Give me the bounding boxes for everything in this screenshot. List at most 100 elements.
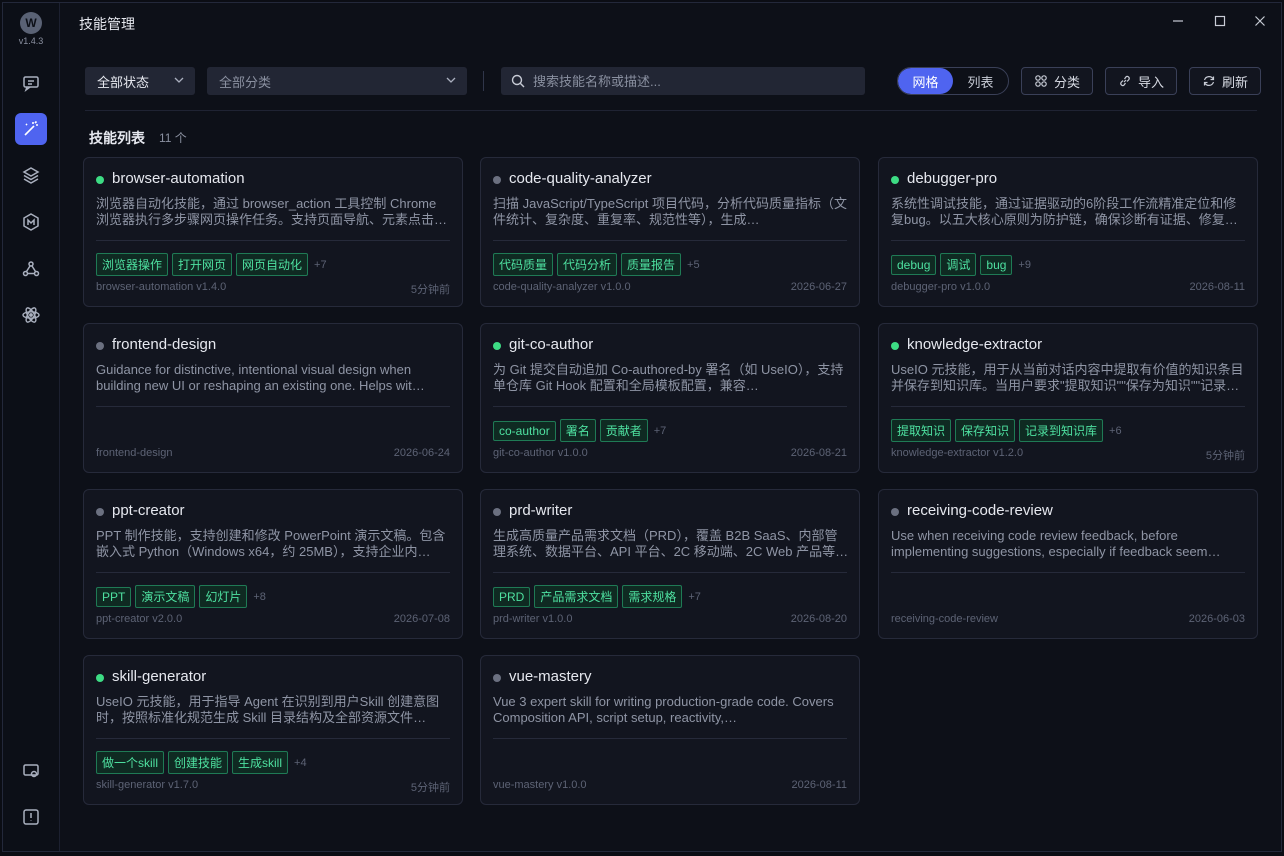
skill-name: frontend-design <box>112 336 217 353</box>
skill-card[interactable]: git-co-author 为 Git 提交自动追加 Co-authored-by… <box>480 323 860 473</box>
skill-card[interactable]: receiving-code-review Use when receiving … <box>878 489 1258 639</box>
skill-tag: co-author <box>493 420 556 441</box>
skill-card[interactable]: vue-mastery Vue 3 expert skill for writin… <box>480 655 860 805</box>
skill-card[interactable]: ppt-creator PPT 制作技能，支持创建和修改 PowerPoint 演… <box>83 489 463 639</box>
skill-version: git-co-author v1.0.0 <box>493 447 588 459</box>
card-divider <box>96 572 450 573</box>
minimize-icon[interactable] <box>1163 11 1193 31</box>
skill-updated-time: 2026-08-20 <box>790 613 847 625</box>
close-icon[interactable] <box>1245 11 1275 31</box>
skill-card[interactable]: knowledge-extractor UseIO 元技能，用于从当前对话内容中提… <box>878 323 1258 473</box>
more-tags-count: +5 <box>687 258 700 271</box>
info-icon[interactable] <box>15 801 47 833</box>
skill-name: knowledge-extractor <box>907 336 1043 353</box>
skill-updated-time: 2026-08-11 <box>791 779 847 791</box>
skill-version: vue-mastery v1.0.0 <box>493 779 587 791</box>
more-tags-count: +7 <box>653 424 667 437</box>
tag-list: 浏览器操作 打开网页 网页自动化 +7 <box>96 253 327 276</box>
chevron-down-icon <box>446 77 456 83</box>
status-filter-label: 全部状态 <box>97 74 150 90</box>
skill-updated-time: 2026-08-11 <box>1189 281 1245 293</box>
skill-card[interactable]: prd-writer 生成高质量产品需求文档（PRD），覆盖 B2B SaaS、内… <box>480 489 860 639</box>
skill-version: ppt-creator v2.0.0 <box>96 613 183 625</box>
skill-version: browser-automation v1.4.0 <box>96 281 227 293</box>
skill-tag: 网页自动化 <box>236 253 309 276</box>
card-divider <box>891 572 1245 573</box>
more-tags-count: +8 <box>253 590 266 603</box>
status-dot <box>493 508 501 516</box>
card-divider <box>493 240 847 241</box>
skill-card[interactable]: frontend-design Guidance for distinctive,… <box>83 323 463 473</box>
app-window: W v1.4.3 技能管理 全部状态 全部分类 搜索技能名称或描述... 网格 … <box>2 2 1282 852</box>
model-icon[interactable] <box>15 206 47 238</box>
category-filter-label: 全部分类 <box>219 74 272 90</box>
card-divider <box>96 240 450 241</box>
tag-list: co-author 署名 贡献者 +7 <box>493 419 666 442</box>
skill-name: vue-mastery <box>509 668 592 685</box>
skill-version: skill-generator v1.7.0 <box>96 779 199 791</box>
toolbar-divider <box>483 71 484 91</box>
atom-icon[interactable] <box>15 299 47 331</box>
skill-description: UseIO 元技能，用于从当前对话内容中提取有价值的知识条目并保存到知识库。当用… <box>891 362 1244 393</box>
skill-version: receiving-code-review <box>891 613 998 625</box>
chat-icon[interactable] <box>15 67 47 99</box>
card-divider <box>891 406 1245 407</box>
skill-name: receiving-code-review <box>907 502 1053 519</box>
skill-count: 11 个 <box>159 131 187 145</box>
maximize-icon[interactable] <box>1205 11 1235 31</box>
skill-tag: 保存知识 <box>955 419 1016 442</box>
category-filter-select[interactable]: 全部分类 <box>207 67 467 95</box>
settings-monitor-icon[interactable] <box>15 755 47 787</box>
app-version: v1.4.3 <box>18 36 44 46</box>
grid-icon <box>1035 75 1047 87</box>
skill-card[interactable]: debugger-pro 系统性调试技能，通过证据驱动的6阶段工作流精准定位和修复… <box>878 157 1258 307</box>
skill-tag: 浏览器操作 <box>96 253 169 276</box>
skill-tag: 质量报告 <box>621 253 682 276</box>
skill-tag: 演示文稿 <box>135 585 196 608</box>
view-grid-button[interactable]: 网格 <box>898 68 953 94</box>
skill-description: 为 Git 提交自动追加 Co-authored-by 署名（如 UseIO），… <box>493 362 844 393</box>
title-bar: 技能管理 <box>59 3 1281 43</box>
category-button[interactable]: 分类 <box>1021 67 1093 95</box>
skill-version: knowledge-extractor v1.2.0 <box>891 447 1024 459</box>
tag-list: 代码质量 代码分析 质量报告 +5 <box>493 253 700 276</box>
skill-description: Vue 3 expert skill for writing productio… <box>493 694 834 725</box>
skill-tag: 产品需求文档 <box>534 585 619 608</box>
status-dot <box>891 508 899 516</box>
skill-updated-time: 2026-07-08 <box>393 613 450 625</box>
card-divider <box>96 738 450 739</box>
layers-icon[interactable] <box>15 159 47 191</box>
skill-card[interactable]: browser-automation 浏览器自动化技能，通过 browser_ac… <box>83 157 463 307</box>
toolbar: 全部状态 全部分类 网格 列表 分类 导入 刷新 <box>85 67 1261 95</box>
skill-card[interactable]: skill-generator UseIO 元技能，用于指导 Agent 在识别到… <box>83 655 463 805</box>
status-dot <box>493 342 501 350</box>
tag-list: 提取知识 保存知识 记录到知识库 +6 <box>891 419 1122 442</box>
refresh-button-label: 刷新 <box>1221 74 1248 90</box>
status-dot <box>891 342 899 350</box>
refresh-button[interactable]: 刷新 <box>1189 67 1261 95</box>
skill-updated-time: 5分钟前 <box>410 782 450 794</box>
status-filter-select[interactable]: 全部状态 <box>85 67 195 95</box>
page-title: 技能管理 <box>79 16 135 32</box>
refresh-icon <box>1203 76 1215 86</box>
skill-name: code-quality-analyzer <box>509 170 652 187</box>
magic-wand-icon[interactable] <box>15 113 47 145</box>
import-button[interactable]: 导入 <box>1105 67 1177 95</box>
skill-card[interactable]: code-quality-analyzer 扫描 JavaScript/TypeS… <box>480 157 860 307</box>
skill-description: 生成高质量产品需求文档（PRD），覆盖 B2B SaaS、内部管理系统、数据平台… <box>493 528 849 559</box>
link-icon <box>1120 75 1130 87</box>
search-box <box>501 67 865 95</box>
search-input[interactable] <box>531 72 855 90</box>
skill-tag: PRD <box>493 586 531 607</box>
skill-tag: 创建技能 <box>168 751 229 774</box>
card-divider <box>493 738 847 739</box>
tag-list: PRD 产品需求文档 需求规格 +7 <box>493 585 701 608</box>
skill-name: browser-automation <box>112 170 245 187</box>
card-divider <box>96 406 450 407</box>
view-list-button[interactable]: 列表 <box>953 68 1008 94</box>
status-dot <box>493 674 501 682</box>
more-tags-count: +7 <box>688 590 701 603</box>
skill-tag: PPT <box>96 586 132 607</box>
skill-tag: 代码分析 <box>557 253 618 276</box>
network-icon[interactable] <box>15 253 47 285</box>
